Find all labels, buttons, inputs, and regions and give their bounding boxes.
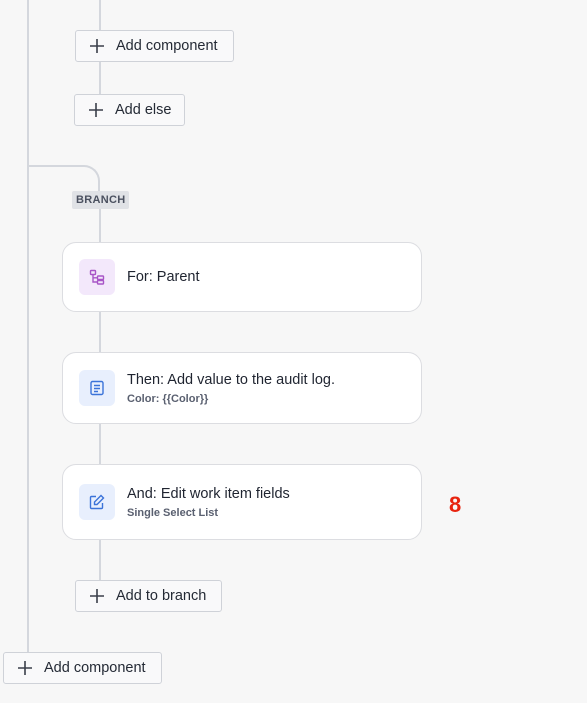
- annotation-marker: 8: [449, 492, 462, 517]
- document-icon: [79, 370, 115, 406]
- add-component-label: Add component: [44, 660, 146, 676]
- plus-icon: [89, 103, 103, 117]
- edit-icon: [79, 484, 115, 520]
- add-to-branch-button[interactable]: Add to branch: [75, 580, 222, 612]
- plus-icon: [18, 661, 32, 675]
- card-title: Then: Add value to the audit log.: [127, 371, 335, 388]
- for-parent-card[interactable]: For: Parent: [62, 242, 422, 312]
- add-else-label: Add else: [115, 102, 172, 118]
- add-component-bottom-button[interactable]: Add component: [3, 652, 162, 684]
- card-title: And: Edit work item fields: [127, 485, 290, 502]
- card-subtitle: Single Select List: [127, 506, 219, 519]
- plus-icon: [90, 589, 104, 603]
- card-subtitle: Color: {{Color}}: [127, 392, 209, 405]
- card-title: For: Parent: [127, 269, 200, 285]
- add-else-button[interactable]: Add else: [74, 94, 185, 126]
- connector-line-top-2: [99, 62, 101, 94]
- connector-line-outer: [27, 0, 29, 652]
- branch-badge: BRANCH: [72, 191, 130, 209]
- plus-icon: [90, 39, 104, 53]
- hierarchy-icon: [79, 259, 115, 295]
- add-component-label: Add component: [116, 38, 218, 54]
- connector-line-top: [99, 0, 101, 30]
- add-component-button[interactable]: Add component: [75, 30, 234, 62]
- add-to-branch-label: Add to branch: [116, 588, 207, 604]
- edit-fields-card[interactable]: And: Edit work item fields Single Select…: [62, 464, 422, 540]
- audit-log-card[interactable]: Then: Add value to the audit log. Color:…: [62, 352, 422, 424]
